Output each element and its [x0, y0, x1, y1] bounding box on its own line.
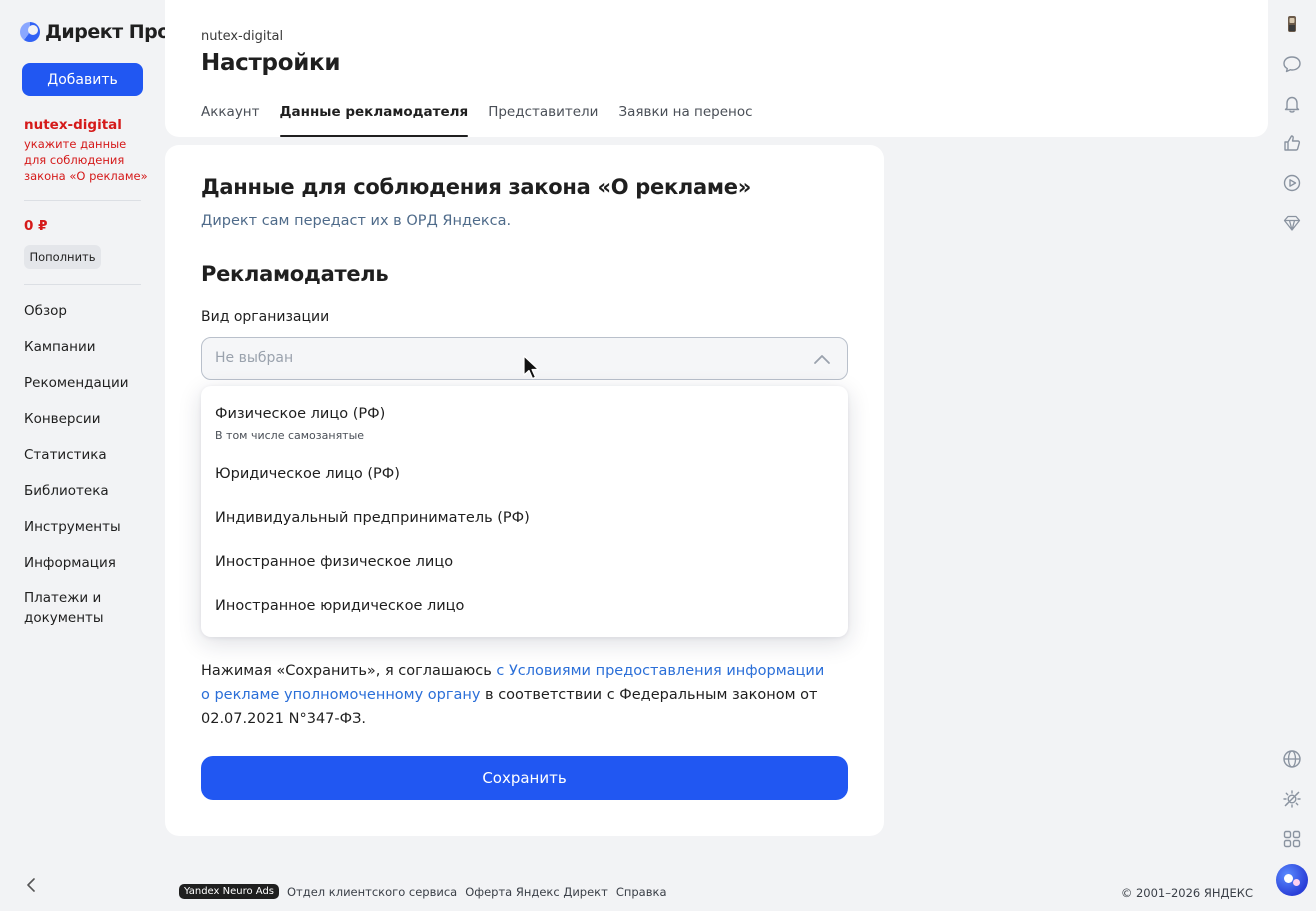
direct-logo-icon [20, 22, 40, 42]
sidebar: Директ Про Добавить nutex-digital укажит… [0, 0, 170, 911]
thumbs-up-icon[interactable] [1282, 133, 1302, 153]
add-button[interactable]: Добавить [22, 63, 143, 96]
consent-prefix: Нажимая «Сохранить», я соглашаюсь [201, 663, 497, 679]
apps-grid-icon[interactable] [1282, 829, 1302, 849]
footer-link-help[interactable]: Справка [616, 885, 667, 899]
topup-button[interactable]: Пополнить [24, 245, 101, 269]
sidebar-item-tools[interactable]: Инструменты [24, 516, 154, 552]
option-legal-entity-rf[interactable]: Юридическое лицо (РФ) [215, 466, 400, 482]
sidebar-item-campaigns[interactable]: Кампании [24, 336, 154, 372]
save-button[interactable]: Сохранить [201, 756, 848, 800]
logo-text: Директ Про [45, 21, 170, 43]
settings-tabs: Аккаунт Данные рекламодателя Представите… [201, 102, 773, 137]
chevron-up-icon [813, 351, 831, 365]
sidebar-item-information[interactable]: Информация [24, 552, 154, 588]
option-sole-proprietor-rf[interactable]: Индивидуальный предприниматель (РФ) [215, 510, 530, 526]
account-warning[interactable]: укажите данные для соблюдения закона «О … [24, 136, 149, 184]
tab-representatives[interactable]: Представители [488, 102, 598, 137]
play-icon[interactable] [1282, 173, 1302, 193]
footer-link-client-service[interactable]: Отдел клиентского сервиса [287, 885, 457, 899]
sidebar-item-payments[interactable]: Платежи и документы [24, 588, 154, 638]
org-type-dropdown: Физическое лицо (РФ) В том числе самозан… [201, 386, 848, 637]
account-name[interactable]: nutex-digital [24, 117, 122, 133]
logo[interactable]: Директ Про [20, 21, 170, 43]
divider [24, 284, 141, 285]
breadcrumb-account[interactable]: nutex-digital [201, 29, 283, 44]
sidebar-item-overview[interactable]: Обзор [24, 300, 154, 336]
option-individual-rf[interactable]: Физическое лицо (РФ) [215, 406, 385, 422]
sidebar-item-library[interactable]: Библиотека [24, 480, 154, 516]
globe-icon[interactable] [1282, 749, 1302, 769]
form-subtitle: Директ сам передаст их в ОРД Яндекса. [201, 213, 512, 229]
option-foreign-legal-entity[interactable]: Иностранное юридическое лицо [215, 598, 464, 614]
account-balance: 0 ₽ [24, 218, 48, 234]
mouse-cursor-icon [523, 355, 541, 381]
neuro-ads-badge[interactable]: Yandex Neuro Ads [179, 884, 279, 899]
form-title: Данные для соблюдения закона «О рекламе» [201, 175, 751, 199]
chevron-left-icon[interactable] [24, 876, 42, 896]
page-header: nutex-digital Настройки Аккаунт Данные р… [165, 0, 1268, 137]
advertiser-form-card: Данные для соблюдения закона «О рекламе»… [165, 145, 884, 836]
copyright: © 2001–2026 ЯНДЕКС [1120, 886, 1253, 900]
right-rail [1268, 0, 1316, 911]
tab-account[interactable]: Аккаунт [201, 102, 260, 137]
consent-text: Нажимая «Сохранить», я соглашаюсь с Усло… [201, 659, 831, 731]
tab-transfer-requests[interactable]: Заявки на перенос [618, 102, 752, 137]
ai-assistant-icon[interactable] [1276, 864, 1308, 896]
sidebar-item-statistics[interactable]: Статистика [24, 444, 154, 480]
advertiser-section-title: Рекламодатель [201, 262, 389, 286]
sidebar-item-conversions[interactable]: Конверсии [24, 408, 154, 444]
avatar-icon[interactable] [1282, 14, 1302, 34]
org-type-placeholder: Не выбран [215, 350, 294, 366]
footer: Yandex Neuro Ads Отдел клиентского серви… [179, 884, 667, 899]
diamond-icon[interactable] [1282, 213, 1302, 233]
page-title: Настройки [201, 50, 341, 76]
org-type-label: Вид организации [201, 309, 330, 325]
tab-advertiser-data[interactable]: Данные рекламодателя [279, 102, 468, 137]
bell-icon[interactable] [1282, 94, 1302, 114]
divider [24, 200, 141, 201]
theme-icon[interactable] [1282, 789, 1302, 809]
option-individual-rf-hint: В том числе самозанятые [215, 429, 365, 442]
footer-link-offer[interactable]: Оферта Яндекс Директ [465, 885, 608, 899]
chat-icon[interactable] [1282, 54, 1302, 74]
option-foreign-individual[interactable]: Иностранное физическое лицо [215, 554, 453, 570]
sidebar-item-recommendations[interactable]: Рекомендации [24, 372, 154, 408]
sidebar-nav: Обзор Кампании Рекомендации Конверсии Ст… [24, 300, 154, 638]
